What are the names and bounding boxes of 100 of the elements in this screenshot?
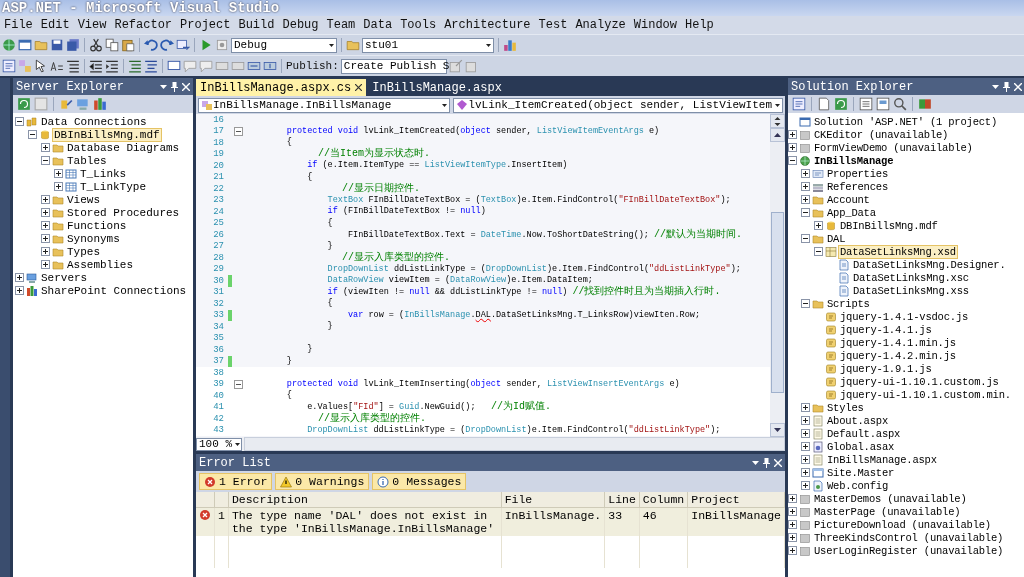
connect-database-icon[interactable] xyxy=(59,97,73,111)
paste-icon[interactable] xyxy=(121,38,135,52)
menu-item[interactable]: Debug xyxy=(278,18,323,32)
copy-icon[interactable] xyxy=(105,38,119,52)
expand-icon[interactable] xyxy=(788,143,797,152)
indent-icon[interactable] xyxy=(105,59,119,73)
menu-item[interactable]: View xyxy=(73,18,111,32)
expand-icon[interactable] xyxy=(788,520,797,529)
properties-icon[interactable] xyxy=(792,97,806,111)
tree-item[interactable]: Properties xyxy=(826,167,889,180)
dropdown-arrow-icon[interactable] xyxy=(752,460,759,465)
refresh-icon[interactable] xyxy=(17,97,31,111)
expand-icon[interactable] xyxy=(41,247,50,256)
tree-item[interactable]: Synonyms xyxy=(66,232,121,245)
tree-item[interactable]: InBillsManage xyxy=(813,154,895,167)
menu-item[interactable]: Team xyxy=(322,18,360,32)
collapse-icon[interactable] xyxy=(801,208,810,217)
column-header[interactable]: Column xyxy=(639,492,688,508)
collapse-icon[interactable] xyxy=(41,156,50,165)
tree-item[interactable]: App_Data xyxy=(826,206,877,219)
column-header[interactable]: File xyxy=(501,492,605,508)
expand-icon[interactable] xyxy=(788,494,797,503)
column-header[interactable]: Description xyxy=(228,492,502,508)
expand-icon[interactable] xyxy=(801,403,810,412)
expand-icon[interactable] xyxy=(54,182,63,191)
expand-icon[interactable] xyxy=(801,442,810,451)
view-designer-icon[interactable] xyxy=(876,97,890,111)
publish-profile-dropdown[interactable]: Create Publish S xyxy=(340,58,447,74)
tree-item[interactable]: Site.Master xyxy=(826,466,896,479)
pin-icon[interactable] xyxy=(763,457,770,468)
list-icon[interactable] xyxy=(66,59,80,73)
expand-icon[interactable] xyxy=(801,429,810,438)
pin-icon[interactable] xyxy=(171,81,178,92)
tree-item[interactable]: PictureDownload (unavailable) xyxy=(813,518,992,531)
split-button[interactable] xyxy=(770,114,785,128)
expand-icon[interactable] xyxy=(801,416,810,425)
tree-item[interactable]: DataSetLinksMng.Designer. xyxy=(852,258,1007,271)
expand-icon[interactable] xyxy=(41,208,50,217)
tree-item[interactable]: jquery-1.4.1.min.js xyxy=(839,336,957,349)
tree-item[interactable]: Servers xyxy=(40,271,89,284)
undo-icon[interactable] xyxy=(144,38,158,52)
tree-item[interactable]: jquery-1.9.1.js xyxy=(839,362,933,375)
tree-item[interactable]: Styles xyxy=(826,401,865,414)
filter-toggle[interactable]: 0 Warnings xyxy=(275,473,370,490)
column-header[interactable]: Line xyxy=(604,492,640,508)
tree-item[interactable]: Views xyxy=(66,193,101,206)
tree-item[interactable]: Functions xyxy=(66,219,128,232)
redo-icon[interactable] xyxy=(160,38,174,52)
menu-item[interactable]: Tools xyxy=(396,18,441,32)
tree-item[interactable]: DataSetLinksMng.xsc xyxy=(852,271,970,284)
tree-item[interactable]: jquery-ui-1.10.1.custom.js xyxy=(839,375,1000,388)
tree-item[interactable]: InBillsManage.aspx xyxy=(826,453,938,466)
tree-item[interactable]: FormViewDemo (unavailable) xyxy=(813,141,974,154)
expand-icon[interactable] xyxy=(801,481,810,490)
expand-icon[interactable] xyxy=(41,195,50,204)
filter-toggle[interactable]: 0 Messages xyxy=(372,473,467,490)
tree-item[interactable]: MasterDemos (unavailable) xyxy=(813,492,968,505)
scroll-up-button[interactable] xyxy=(770,128,785,142)
collapse-icon[interactable] xyxy=(233,379,243,389)
filter-toggle[interactable]: 1 Error xyxy=(199,473,273,490)
tree-item[interactable]: jquery-ui-1.10.1.custom.min. xyxy=(839,388,1012,401)
tree-item[interactable]: DataSetLinksMng.xsd xyxy=(839,245,957,258)
expand-icon[interactable] xyxy=(814,221,823,230)
tree-item[interactable]: Scripts xyxy=(826,297,871,310)
tree-item[interactable]: DBInBillsMng.mdf xyxy=(53,128,161,141)
menu-item[interactable]: Project xyxy=(176,18,235,32)
save-icon[interactable] xyxy=(50,38,64,52)
tree-item[interactable]: DBInBillsMng.mdf xyxy=(839,219,939,232)
platform-dropdown[interactable]: stu01 xyxy=(362,37,494,53)
horizontal-scrollbar[interactable] xyxy=(244,437,785,451)
navigate-icon[interactable] xyxy=(176,38,190,52)
tree-item[interactable]: About.aspx xyxy=(826,414,889,427)
menu-item[interactable]: Build xyxy=(234,18,279,32)
expand-icon[interactable] xyxy=(41,234,50,243)
expand-icon[interactable] xyxy=(788,130,797,139)
tree-item[interactable]: SharePoint Connections xyxy=(40,284,188,297)
search-icon[interactable] xyxy=(893,97,907,111)
outdent-icon[interactable] xyxy=(89,59,103,73)
collapse-icon[interactable] xyxy=(15,117,24,126)
close-icon[interactable] xyxy=(355,84,363,91)
collapse-icon[interactable] xyxy=(801,234,810,243)
tree-item[interactable]: Tables xyxy=(66,154,108,167)
expand-icon[interactable] xyxy=(801,169,810,178)
document-tab[interactable]: InBillsManage.aspx xyxy=(368,79,506,96)
menu-item[interactable]: Analyze xyxy=(571,18,630,32)
collapse-icon[interactable] xyxy=(801,299,810,308)
collapse-icon[interactable] xyxy=(28,130,37,139)
chart-icon[interactable] xyxy=(503,38,517,52)
tree-item[interactable]: MasterPage (unavailable) xyxy=(813,505,962,518)
expand-icon[interactable] xyxy=(41,143,50,152)
expand-icon[interactable] xyxy=(54,169,63,178)
expand-icon[interactable] xyxy=(788,507,797,516)
tree-item[interactable]: Account xyxy=(826,193,871,206)
tree-item[interactable]: Types xyxy=(66,245,101,258)
tree-item[interactable]: jquery-1.4.1-vsdoc.js xyxy=(839,310,970,323)
tree-item[interactable]: Solution 'ASP.NET' (1 project) xyxy=(813,115,999,128)
tree-item[interactable]: Web.config xyxy=(826,479,889,492)
scroll-down-button[interactable] xyxy=(770,423,785,437)
expand-icon[interactable] xyxy=(801,195,810,204)
uncomment-lines-icon[interactable] xyxy=(144,59,158,73)
